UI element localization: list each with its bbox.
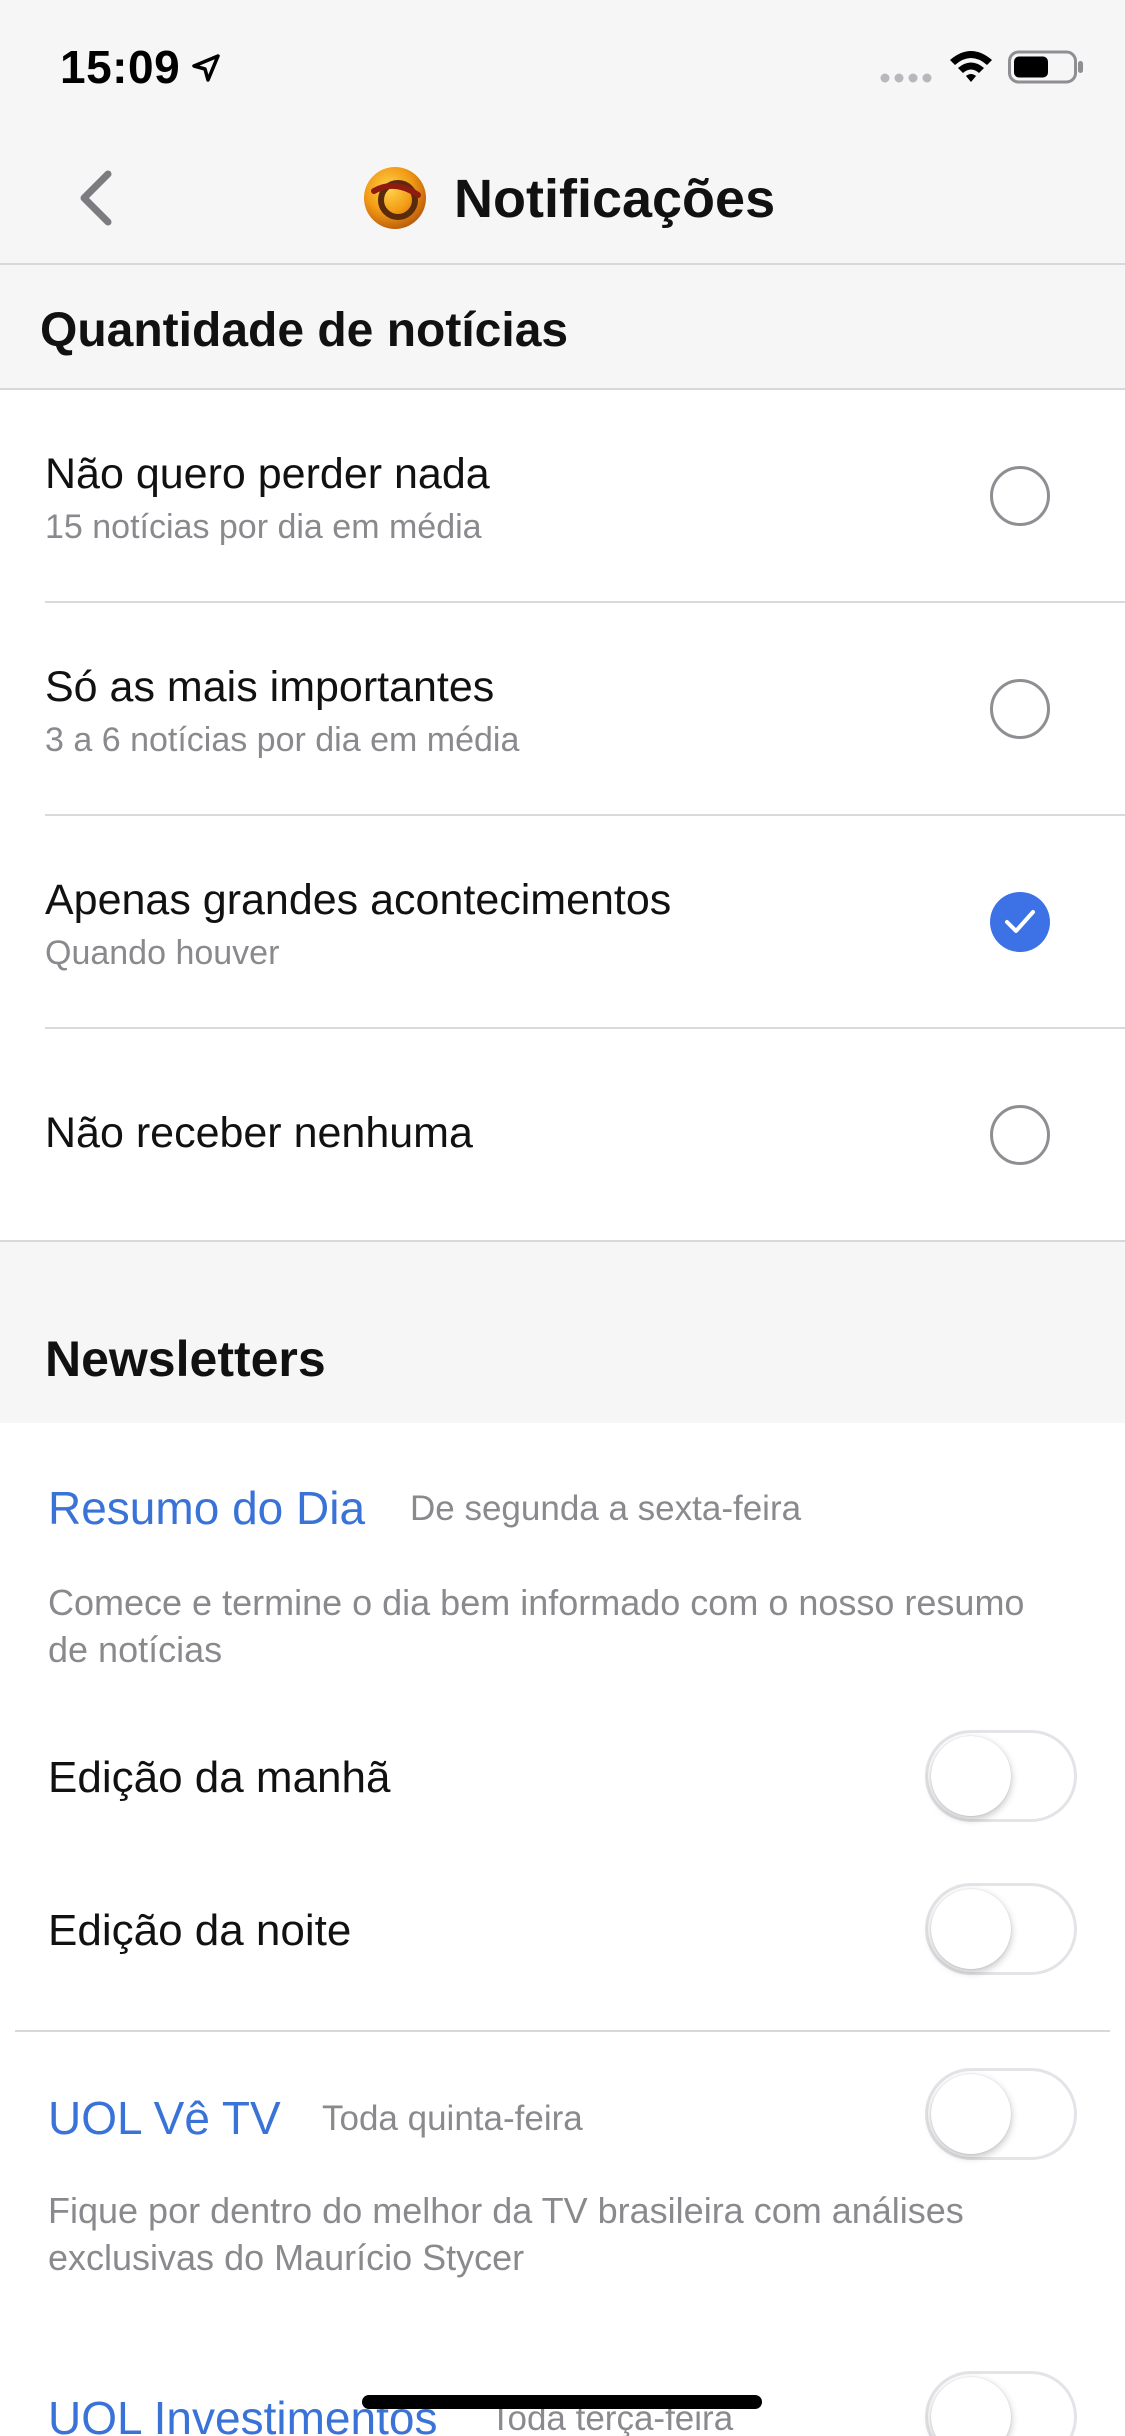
radio-button[interactable] (990, 466, 1050, 526)
toggle-knob (931, 1889, 1011, 1969)
radio-button[interactable] (990, 1105, 1050, 1165)
signal-icon (880, 73, 932, 83)
navigation-bar: Notificações (0, 130, 1125, 265)
section-title: Quantidade de notícias (40, 304, 569, 357)
toggle-edicao-noite[interactable] (925, 1883, 1077, 1975)
checkmark-icon (1005, 910, 1035, 933)
toggle-knob (931, 2377, 1011, 2436)
home-indicator[interactable] (362, 2395, 762, 2409)
toggle-knob (931, 1736, 1011, 1816)
newsletter-name[interactable]: UOL Vê TV (48, 2091, 281, 2145)
battery-icon (1008, 50, 1083, 84)
option-subtitle: Quando houver (45, 934, 280, 972)
page-title: Notificações (454, 169, 776, 229)
newsletter-description: Fique por dentro do melhor da TV brasile… (48, 2190, 964, 2278)
edition-label: Edição da manhã (48, 1753, 391, 1802)
section-header-newsletters: Newsletters (0, 1240, 1125, 1423)
wifi-icon (950, 51, 992, 82)
toggle-uol-ve-tv[interactable] (925, 2068, 1077, 2160)
option-title: Apenas grandes acontecimentos (45, 876, 672, 924)
toggle-uol-investimentos[interactable] (925, 2371, 1077, 2436)
option-nao-quero-perder-nada[interactable]: Não quero perder nada 15 notícias por di… (0, 390, 1125, 603)
chevron-left-icon[interactable] (72, 168, 122, 228)
option-title: Só as mais importantes (45, 663, 495, 711)
option-title: Não quero perder nada (45, 450, 490, 498)
newsletter-frequency: Toda quinta-feira (322, 2099, 583, 2138)
option-nao-receber-nenhuma[interactable]: Não receber nenhuma (0, 1029, 1125, 1240)
uol-logo-icon (364, 167, 426, 229)
option-so-as-mais-importantes[interactable]: Só as mais importantes 3 a 6 notícias po… (0, 603, 1125, 816)
option-subtitle: 3 a 6 notícias por dia em média (45, 721, 520, 759)
newsletter-name[interactable]: Resumo do Dia (48, 1481, 365, 1535)
section-title: Newsletters (45, 1331, 326, 1387)
location-arrow-icon (192, 54, 220, 82)
radio-button-checked[interactable] (990, 892, 1050, 952)
edition-label: Edição da noite (48, 1906, 352, 1955)
newsletter-frequency: De segunda a sexta-feira (410, 1489, 802, 1528)
section-header-quantity: Quantidade de notícias (0, 265, 1125, 390)
status-time: 15:09 (60, 41, 181, 93)
radio-button[interactable] (990, 679, 1050, 739)
option-title: Não receber nenhuma (45, 1109, 473, 1157)
toggle-knob (931, 2074, 1011, 2154)
toggle-edicao-manha[interactable] (925, 1730, 1077, 1822)
newsletters-list: Resumo do Dia De segunda a sexta-feira C… (0, 1423, 1125, 2436)
section-divider (15, 2030, 1110, 2032)
newsletter-description: Comece e termine o dia bem informado com… (48, 1582, 1025, 1670)
status-bar: 15:09 (0, 0, 1125, 130)
option-subtitle: 15 notícias por dia em média (45, 508, 482, 546)
option-apenas-grandes-acontecimentos[interactable]: Apenas grandes acontecimentos Quando hou… (0, 816, 1125, 1029)
